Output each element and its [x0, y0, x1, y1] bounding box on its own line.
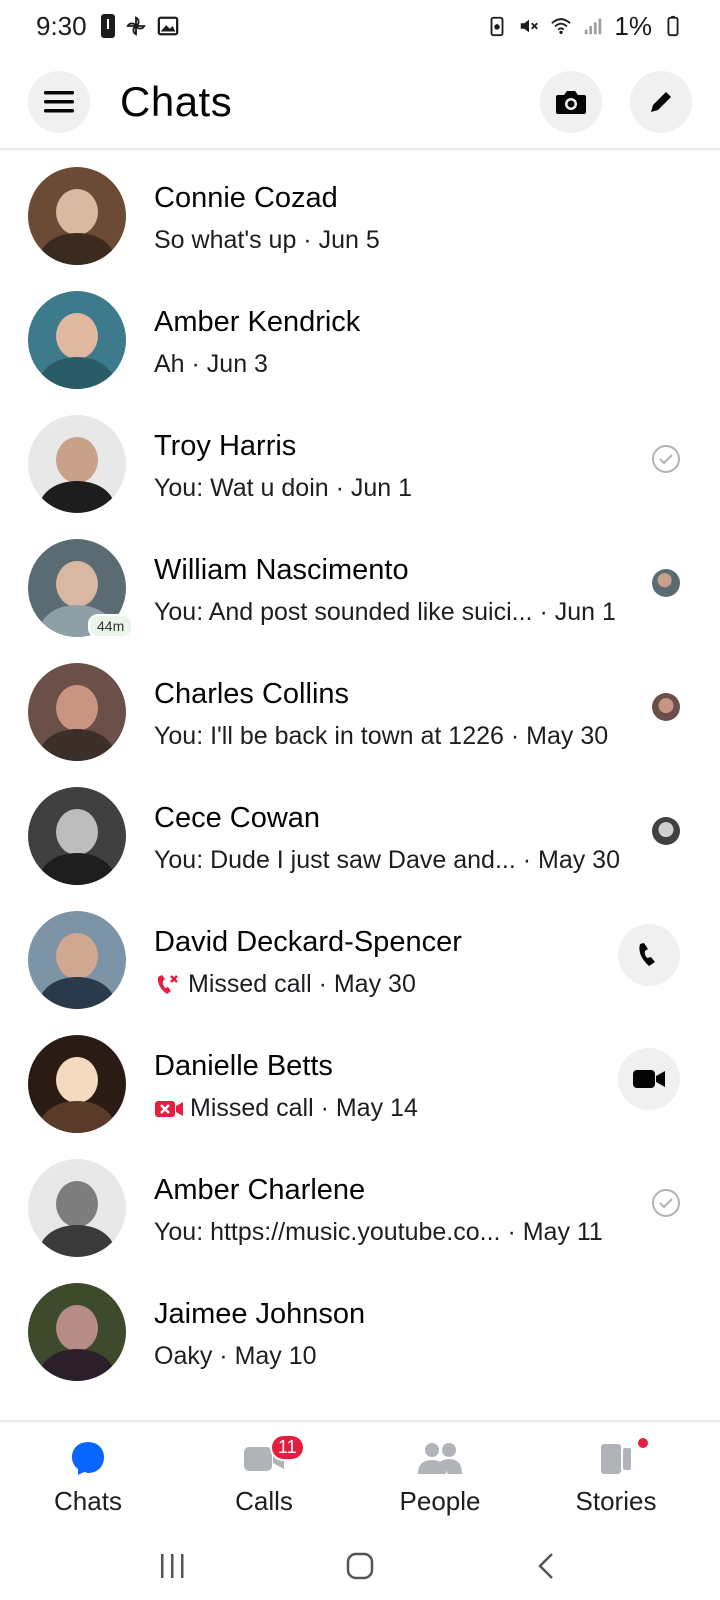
tab-people[interactable]: People [360, 1436, 520, 1526]
bottom-nav: Chats 11 Calls People Stories [0, 1420, 720, 1532]
sent-status [652, 445, 680, 473]
missed-call-icon [154, 972, 182, 998]
battery-percent: 1% [614, 10, 652, 41]
alert-icon [100, 14, 115, 38]
phone-icon [639, 943, 655, 966]
avatar [28, 415, 126, 513]
chat-row[interactable]: Cece Cowan You: Dude I just saw Dave and… [0, 770, 720, 896]
tab-chats[interactable]: Chats [8, 1436, 168, 1526]
contact-name: Charles Collins [154, 678, 350, 710]
tab-label: Chats [54, 1486, 122, 1516]
sent-check-icon [652, 445, 680, 473]
call-action [618, 1048, 680, 1110]
recent-apps-icon[interactable] [158, 1552, 188, 1580]
message-preview: Ah · Jun 3 [154, 350, 268, 378]
contact-name: Jaimee Johnson [154, 1298, 366, 1330]
avatar [28, 911, 126, 1009]
chat-row[interactable]: Amber Kendrick Ah · Jun 3 [0, 274, 720, 400]
missed-video-call-icon [154, 1098, 184, 1120]
status-bar: 9:30 1% [0, 0, 720, 52]
chat-row[interactable]: 44m William Nascimento You: And post sou… [0, 522, 720, 648]
stories-dot [636, 1436, 650, 1450]
chat-row[interactable]: Danielle Betts Missed call · May 14 [0, 1018, 720, 1144]
chat-row[interactable]: Charles Collins You: I'll be back in tow… [0, 646, 720, 772]
battery-saver-icon [491, 16, 504, 37]
wifi-icon [551, 18, 572, 35]
chat-bubble-icon [72, 1442, 104, 1475]
avatar [28, 1159, 126, 1257]
contact-name: Amber Charlene [154, 1174, 366, 1206]
avatar [28, 787, 126, 885]
avatar [28, 167, 126, 265]
contact-name: William Nascimento [154, 554, 409, 586]
message-preview: You: And post sounded like suici... · Ju… [154, 598, 616, 626]
notification-icons [100, 14, 179, 38]
seen-avatar [652, 817, 680, 845]
contact-name: Danielle Betts [154, 1050, 333, 1082]
page-title: Chats [120, 78, 233, 125]
tab-label: People [399, 1486, 481, 1516]
tab-label: Stories [575, 1486, 657, 1516]
edit-icon [651, 92, 671, 112]
chat-row[interactable]: Troy Harris You: Wat u doin · Jun 1 [0, 398, 720, 524]
message-preview: You: Wat u doin · Jun 1 [154, 474, 413, 502]
battery-icon [667, 15, 679, 37]
chat-row[interactable]: David Deckard-Spencer Missed call · May … [0, 894, 720, 1020]
video-call-button[interactable] [618, 1048, 680, 1110]
app-header: Chats [0, 62, 720, 142]
sent-status [652, 1189, 680, 1217]
menu-icon [44, 91, 74, 113]
calls-badge: 11 [270, 1434, 305, 1461]
avatar [28, 663, 126, 761]
tab-label: Calls [235, 1486, 293, 1516]
avatar [28, 1283, 126, 1381]
message-preview: Missed call · May 14 [154, 1094, 418, 1123]
tab-stories[interactable]: Stories [536, 1436, 696, 1526]
seen-avatar [652, 693, 680, 721]
chat-row[interactable]: Amber Charlene You: https://music.youtub… [0, 1142, 720, 1268]
image-icon [157, 16, 178, 36]
contact-name: Connie Cozad [154, 182, 338, 214]
tab-calls[interactable]: 11 Calls [184, 1434, 344, 1526]
contact-name: David Deckard-Spencer [154, 926, 462, 958]
chat-row[interactable]: Connie Cozad So what's up · Jun 5 [0, 150, 720, 276]
avatar [28, 1035, 126, 1133]
camera-button[interactable] [540, 71, 602, 133]
status-time: 9:30 [36, 10, 87, 41]
active-time-badge: 44m [88, 614, 134, 638]
seen-status [652, 817, 680, 845]
system-icons: 1% [486, 11, 684, 42]
contact-name: Cece Cowan [154, 802, 321, 834]
mute-icon [521, 19, 539, 33]
system-nav-bar [0, 1532, 720, 1600]
message-preview: You: Dude I just saw Dave and... · May 3… [154, 846, 620, 874]
contact-name: Amber Kendrick [154, 306, 361, 338]
new-message-button[interactable] [630, 71, 692, 133]
message-preview: So what's up · Jun 5 [154, 226, 380, 254]
message-preview: Oaky · May 10 [154, 1342, 317, 1370]
call-action [618, 924, 680, 986]
message-preview: Missed call · May 30 [154, 970, 416, 999]
camera-icon [556, 91, 586, 114]
avatar [28, 291, 126, 389]
menu-button[interactable] [28, 71, 90, 133]
chat-row[interactable]: Jaimee Johnson Oaky · May 10 [0, 1266, 720, 1392]
back-icon[interactable] [532, 1551, 562, 1581]
pinwheel-icon [125, 16, 146, 36]
home-icon[interactable] [345, 1551, 375, 1581]
stories-icon [601, 1444, 631, 1474]
contact-name: Troy Harris [154, 430, 297, 462]
seen-status [652, 569, 680, 597]
signal-icon [585, 18, 602, 35]
seen-status [652, 693, 680, 721]
people-icon [418, 1443, 462, 1474]
seen-avatar [652, 569, 680, 597]
phone-call-button[interactable] [618, 924, 680, 986]
message-preview: You: https://music.youtube.co... · May 1… [154, 1218, 603, 1246]
message-preview: You: I'll be back in town at 1226 · May … [154, 722, 609, 750]
sent-check-icon [652, 1189, 680, 1217]
video-camera-icon [633, 1070, 665, 1088]
